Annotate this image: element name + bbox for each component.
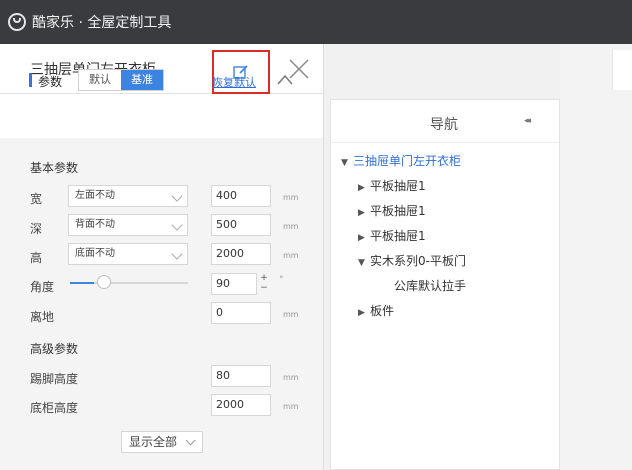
angle-stepper[interactable]: + −	[257, 273, 271, 295]
chevron-up-icon[interactable]	[276, 72, 294, 86]
tree-item[interactable]: ▶ 平板抽屉1	[358, 177, 426, 194]
stepper-down-button[interactable]: −	[257, 283, 271, 293]
params-mode-toggle: 默认 基准	[78, 69, 164, 91]
chevron-down-icon	[171, 190, 183, 202]
depth-anchor-value: 背面不动	[75, 219, 115, 230]
tree-item[interactable]: ▶ 平板抽屉1	[358, 202, 426, 219]
angle-input[interactable]: 90	[211, 273, 257, 295]
depth-input[interactable]: 500	[211, 214, 271, 236]
caret-down-icon[interactable]: ▼	[358, 258, 370, 268]
params-label: 参数	[38, 75, 63, 89]
base-cabinet-height-label: 底柜高度	[30, 401, 79, 415]
canvas-area[interactable]	[560, 44, 632, 470]
restore-default-link[interactable]: 恢复默认	[212, 74, 256, 90]
angle-slider[interactable]	[70, 282, 188, 284]
tree-item-root[interactable]: ▼ 三抽屉单门左开衣柜	[341, 152, 461, 169]
advanced-params-title: 高级参数	[30, 342, 79, 356]
right-side-card	[612, 50, 632, 90]
ground-unit: mm	[283, 310, 299, 319]
show-all-label: 显示全部	[129, 435, 178, 449]
stepper-up-button[interactable]: +	[257, 273, 271, 283]
kick-height-unit: mm	[283, 373, 299, 382]
height-anchor-select[interactable]: 底面不动	[68, 243, 188, 265]
height-label: 高	[30, 251, 43, 265]
params-marker	[29, 73, 32, 87]
tree-item-label: 平板抽屉1	[370, 204, 426, 218]
depth-anchor-select[interactable]: 背面不动	[68, 214, 188, 236]
tab-default[interactable]: 默认	[79, 70, 121, 90]
basic-params-title: 基本参数	[30, 161, 79, 175]
ground-input[interactable]: 0	[211, 302, 271, 324]
nav-title: 导航	[430, 117, 458, 133]
kick-height-input[interactable]: 80	[211, 365, 271, 387]
tree-item-label: 实木系列0-平板门	[370, 254, 466, 268]
height-input[interactable]: 2000	[211, 243, 271, 265]
depth-label: 深	[30, 222, 43, 236]
ground-label: 离地	[30, 310, 55, 324]
height-unit: mm	[283, 251, 299, 260]
kick-height-label: 踢脚高度	[30, 372, 79, 386]
caret-right-icon[interactable]: ▶	[358, 208, 370, 218]
tree-item[interactable]: ▶ 平板抽屉1	[358, 227, 426, 244]
width-unit: mm	[283, 193, 299, 202]
top-bar: 酷家乐 · 全屋定制工具	[0, 0, 632, 44]
app-title: 酷家乐 · 全屋定制工具	[32, 15, 172, 31]
angle-label: 角度	[30, 280, 55, 294]
width-label: 宽	[30, 192, 43, 206]
tree-item-label: 板件	[370, 304, 395, 318]
navigation-panel: 导航 ◂◂ ▼ 三抽屉单门左开衣柜 ▶ 平板抽屉1 ▶ 平板抽屉1 ▶ 平板抽屉1 ▼ 实…	[330, 99, 560, 470]
angle-slider-handle[interactable]	[97, 275, 111, 289]
chevron-down-icon	[185, 435, 196, 446]
tree-item-label: 平板抽屉1	[370, 179, 426, 193]
tree-item[interactable]: ▶ 板件	[358, 302, 394, 319]
caret-down-icon[interactable]: ▼	[341, 158, 353, 168]
base-cabinet-height-unit: mm	[283, 402, 299, 411]
tree-item[interactable]: ▼ 实木系列0-平板门	[358, 252, 466, 269]
logo-icon	[8, 13, 26, 31]
caret-right-icon[interactable]: ▶	[358, 308, 370, 318]
angle-unit: °	[279, 275, 284, 285]
tab-baseline[interactable]: 基准	[121, 70, 163, 90]
width-anchor-value: 左面不动	[75, 190, 115, 201]
caret-right-icon[interactable]: ▶	[358, 183, 370, 193]
width-anchor-select[interactable]: 左面不动	[68, 185, 188, 207]
tree-item[interactable]: 公库默认拉手	[394, 277, 466, 294]
params-tabs-row	[0, 94, 323, 138]
nav-header: 导航 ◂◂	[331, 100, 559, 143]
collapse-left-icon[interactable]: ◂◂	[524, 116, 531, 126]
tree-item-label: 三抽屉单门左开衣柜	[353, 154, 462, 168]
caret-right-icon[interactable]: ▶	[358, 233, 370, 243]
depth-unit: mm	[283, 222, 299, 231]
chevron-down-icon	[171, 248, 183, 260]
height-anchor-value: 底面不动	[75, 248, 115, 259]
angle-slider-fill	[70, 282, 94, 284]
tree-item-label: 公库默认拉手	[394, 279, 467, 293]
show-all-button[interactable]: 显示全部	[121, 431, 203, 453]
tree-item-label: 平板抽屉1	[370, 229, 426, 243]
base-cabinet-height-input[interactable]: 2000	[211, 394, 271, 416]
chevron-down-icon	[171, 219, 183, 231]
width-input[interactable]: 400	[211, 185, 271, 207]
